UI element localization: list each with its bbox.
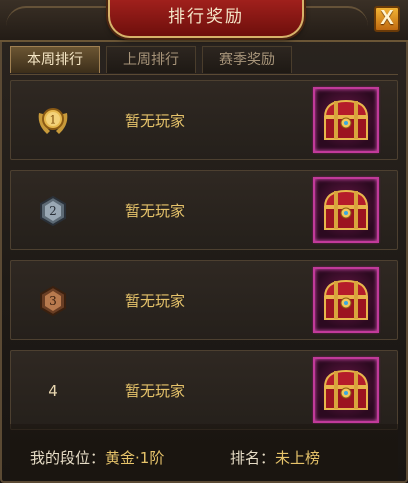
tier-value: 黄金·1阶 [105, 449, 165, 467]
my-rank: 排名：未上榜 [230, 447, 320, 468]
reward-chest[interactable] [313, 267, 379, 333]
silver-medal-icon: 2 [40, 195, 66, 227]
close-button[interactable]: X [374, 6, 400, 32]
rank-number: 4 [48, 382, 58, 400]
rank-label: 排名： [230, 449, 276, 467]
reward-chest[interactable] [313, 357, 379, 423]
ranking-row: 3 暂无玩家 [10, 260, 398, 340]
player-name: 暂无玩家 [125, 202, 186, 220]
tab-last-week[interactable]: 上周排行 [106, 46, 196, 73]
ranking-row: 4 暂无玩家 [10, 350, 398, 430]
player-name: 暂无玩家 [125, 112, 186, 130]
tab-this-week[interactable]: 本周排行 [10, 46, 100, 73]
treasure-chest-icon [323, 189, 369, 230]
my-tier: 我的段位：黄金·1阶 [30, 447, 164, 468]
tab-season-reward[interactable]: 赛季奖励 [202, 46, 292, 73]
reward-chest[interactable] [313, 87, 379, 153]
player-name: 暂无玩家 [125, 382, 186, 400]
tab-bar: 本周排行 上周排行 赛季奖励 [10, 46, 398, 75]
reward-chest[interactable] [313, 177, 379, 243]
bronze-medal-icon: 3 [40, 285, 66, 317]
treasure-chest-icon [323, 99, 369, 140]
ranking-row: 2 暂无玩家 [10, 170, 398, 250]
gold-medal-icon: 1 [38, 108, 68, 134]
medal-rank-number: 2 [49, 204, 57, 218]
player-name: 暂无玩家 [125, 292, 186, 310]
medal-rank-number: 1 [50, 114, 57, 127]
panel-title: 排行奖励 [108, 0, 304, 38]
treasure-chest-icon [323, 279, 369, 320]
treasure-chest-icon [323, 369, 369, 410]
tier-label: 我的段位： [30, 449, 106, 467]
rank-value: 未上榜 [275, 449, 321, 467]
medal-rank-number: 3 [49, 294, 57, 308]
ranking-row: 1 暂无玩家 [10, 80, 398, 160]
